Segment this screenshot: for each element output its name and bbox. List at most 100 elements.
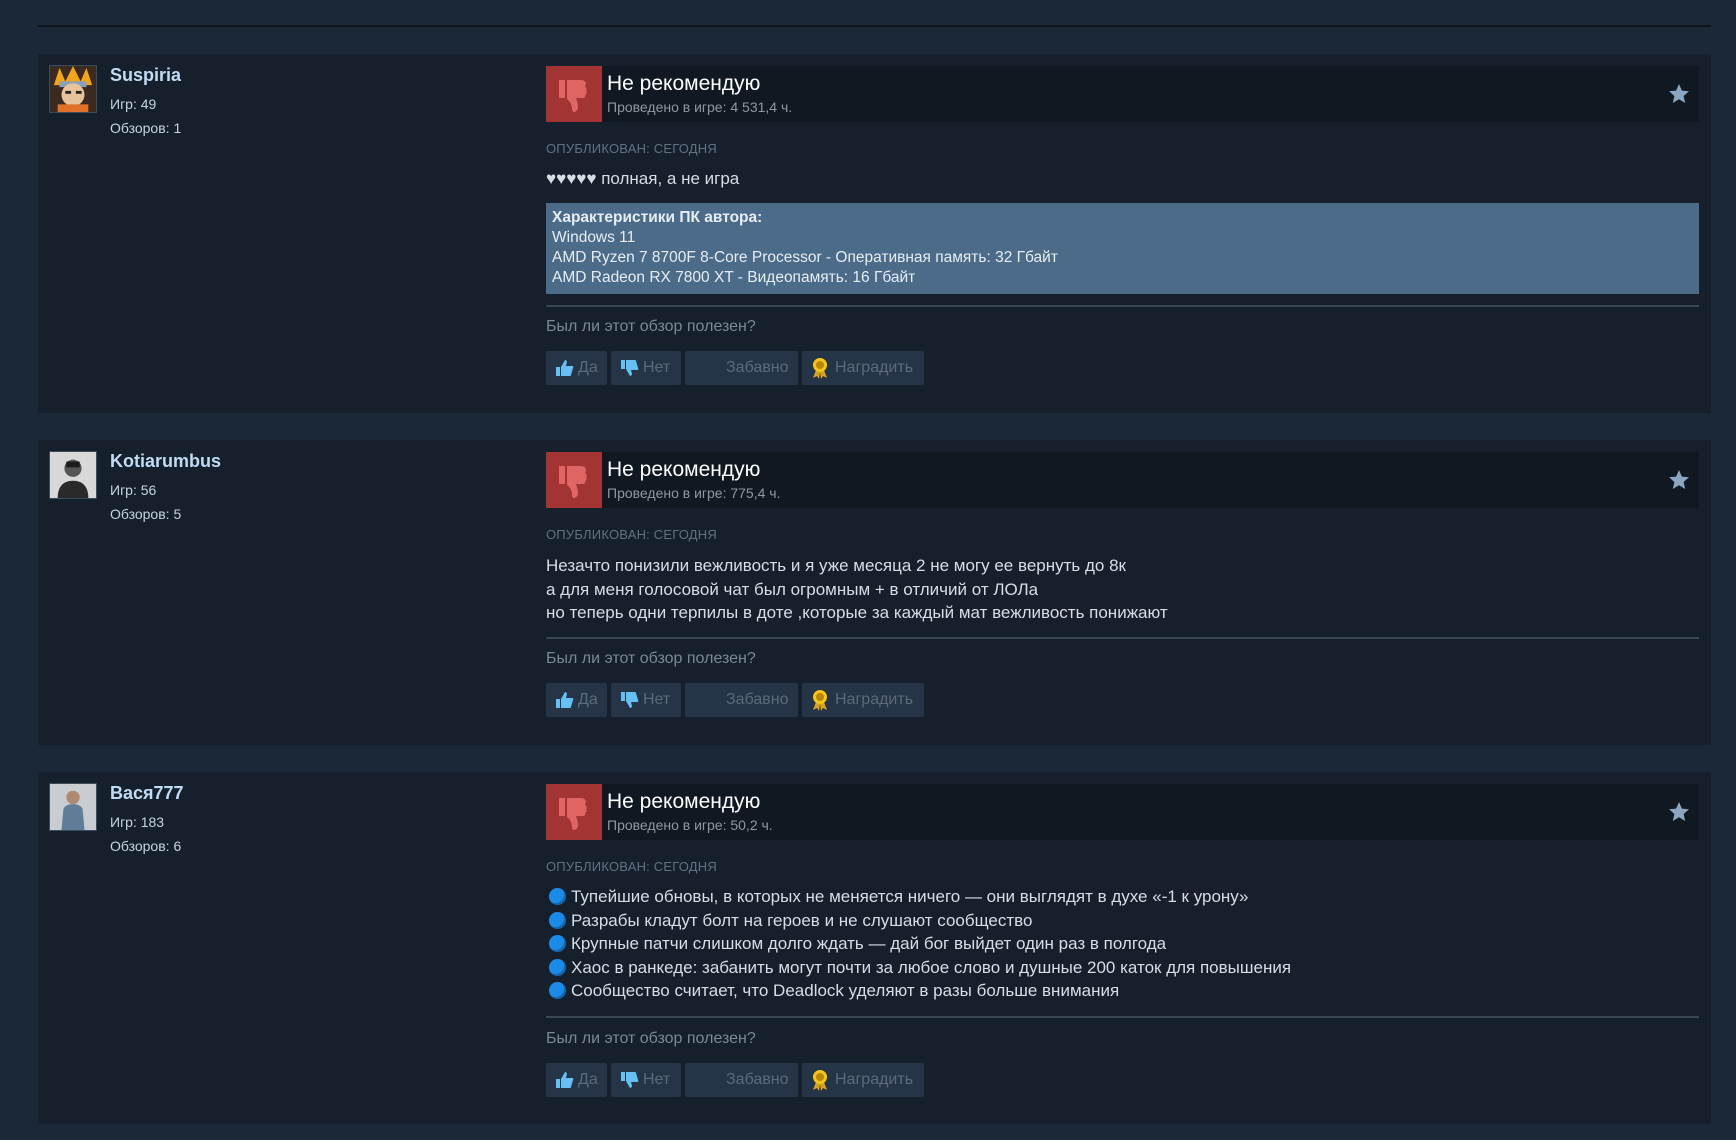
award-button[interactable]: Наградить — [802, 351, 924, 385]
thumbs-down-icon — [546, 452, 602, 508]
list-item: Разрабы кладут болт на героев и не слуша… — [546, 909, 1699, 933]
top-divider — [38, 0, 1711, 27]
award-icon — [813, 358, 827, 379]
review-text: Тупейшие обновы, в которых не меняется н… — [546, 885, 1699, 1003]
review-card: Вася777 Игр: 183 Обзоров: 6 Не рекоменду… — [38, 772, 1711, 1124]
award-button[interactable]: Наградить — [802, 683, 924, 717]
vote-header[interactable]: Не рекомендую Проведено в игре: 775,4 ч. — [546, 452, 1699, 508]
funny-label: Забавно — [726, 691, 789, 708]
verdict-title: Не рекомендую — [607, 72, 761, 95]
helpful-question: Был ли этот обзор полезен? — [546, 650, 756, 667]
thumbs-down-icon — [546, 784, 602, 840]
vote-header[interactable]: Не рекомендую Проведено в игре: 50,2 ч. — [546, 784, 1699, 840]
author-name[interactable]: Вася777 — [110, 783, 184, 804]
thumbs-up-icon — [556, 1072, 574, 1088]
list-item: Тупейшие обновы, в которых не меняется н… — [546, 885, 1699, 909]
reviews-count[interactable]: Обзоров: 5 — [110, 506, 181, 522]
games-count[interactable]: Игр: 49 — [110, 96, 156, 112]
specs-line: AMD Ryzen 7 8700F 8-Core Processor - Опе… — [552, 249, 1058, 266]
reviews-count[interactable]: Обзоров: 1 — [110, 120, 181, 136]
review-card: Suspiria Игр: 49 Обзоров: 1 Не рекоменду… — [38, 54, 1711, 413]
yes-button[interactable]: Да — [546, 1063, 607, 1097]
specs-line: AMD Radeon RX 7800 XT - Видеопамять: 16 … — [552, 269, 916, 286]
funny-button[interactable]: Забавно — [685, 351, 798, 385]
posted-date: Опубликован: сегодня — [546, 527, 717, 542]
reviews-count[interactable]: Обзоров: 6 — [110, 838, 181, 854]
hours-played: Проведено в игре: 775,4 ч. — [607, 485, 781, 501]
posted-date: Опубликован: сегодня — [546, 141, 717, 156]
list-item-text: Хаос в ранкеде: забанить могут почти за … — [571, 957, 1292, 977]
pc-specs-box: Характеристики ПК автора: Windows 11 AMD… — [546, 203, 1699, 294]
review-card: Kotiarumbus Игр: 56 Обзоров: 5 Не рекоме… — [38, 440, 1711, 745]
list-item: Крупные патчи слишком долго ждать — дай … — [546, 932, 1699, 956]
author-name[interactable]: Kotiarumbus — [110, 451, 221, 472]
helpful-question: Был ли этот обзор полезен? — [546, 1030, 756, 1047]
divider — [546, 1016, 1699, 1018]
star-icon[interactable] — [1667, 82, 1691, 106]
thumbs-down-icon — [621, 1072, 639, 1088]
divider — [546, 637, 1699, 639]
yes-button[interactable]: Да — [546, 351, 607, 385]
hours-played: Проведено в игре: 4 531,4 ч. — [607, 99, 793, 115]
review-text: Незачто понизили вежливость и я уже меся… — [546, 554, 1699, 625]
avatar[interactable] — [49, 451, 97, 499]
star-icon[interactable] — [1667, 800, 1691, 824]
yes-label: Да — [578, 691, 598, 708]
games-count[interactable]: Игр: 183 — [110, 814, 164, 830]
award-button[interactable]: Наградить — [802, 1063, 924, 1097]
blue-circle-icon — [549, 982, 566, 1000]
thumbs-up-icon — [556, 360, 574, 376]
award-label: Наградить — [835, 1071, 914, 1088]
verdict-title: Не рекомендую — [607, 458, 761, 481]
review-text-line: Незачто понизили вежливость и я уже меся… — [546, 556, 1126, 575]
award-label: Наградить — [835, 359, 914, 376]
yes-button[interactable]: Да — [546, 683, 607, 717]
list-item: Сообщество считает, что Deadlock уделяют… — [546, 979, 1699, 1003]
games-count[interactable]: Игр: 56 — [110, 482, 156, 498]
blue-circle-icon — [549, 911, 566, 929]
list-item-text: Тупейшие обновы, в которых не меняется н… — [571, 887, 1249, 906]
thumbs-up-icon — [556, 692, 574, 708]
author-name[interactable]: Suspiria — [110, 65, 181, 86]
hours-played: Проведено в игре: 50,2 ч. — [607, 817, 773, 833]
star-icon[interactable] — [1667, 468, 1691, 492]
yes-label: Да — [578, 359, 598, 376]
list-item: Хаос в ранкеде: забанить могут почти за … — [546, 956, 1699, 980]
funny-label: Забавно — [726, 1071, 789, 1088]
verdict-title: Не рекомендую — [607, 790, 761, 813]
thumbs-down-icon — [546, 66, 602, 122]
review-text-line: а для меня голосовой чат был огромным + … — [546, 579, 1039, 599]
award-icon — [813, 1070, 827, 1091]
thumbs-down-icon — [621, 360, 639, 376]
thumbs-down-icon — [621, 692, 639, 708]
list-item-text: Сообщество считает, что Deadlock уделяют… — [571, 981, 1120, 1000]
divider — [546, 305, 1699, 307]
no-button[interactable]: Нет — [611, 351, 681, 385]
specs-line: Windows 11 — [552, 229, 636, 246]
list-item-text: Крупные патчи слишком долго ждать — дай … — [571, 934, 1167, 953]
review-text-line: но теперь одни терпилы в доте ,которые з… — [546, 603, 1168, 622]
no-label: Нет — [643, 1071, 671, 1088]
review-text: ♥♥♥♥♥ полная, а не игра — [546, 167, 1699, 191]
no-button[interactable]: Нет — [611, 683, 681, 717]
funny-label: Забавно — [726, 359, 789, 376]
yes-label: Да — [578, 1071, 598, 1088]
funny-button[interactable]: Забавно — [685, 1063, 798, 1097]
avatar[interactable] — [49, 783, 97, 831]
no-button[interactable]: Нет — [611, 1063, 681, 1097]
blue-circle-icon — [549, 888, 566, 906]
vote-header[interactable]: Не рекомендую Проведено в игре: 4 531,4 … — [546, 66, 1699, 122]
helpful-question: Был ли этот обзор полезен? — [546, 318, 756, 335]
no-label: Нет — [643, 691, 671, 708]
posted-date: Опубликован: сегодня — [546, 859, 717, 874]
award-label: Наградить — [835, 691, 914, 708]
no-label: Нет — [643, 359, 671, 376]
blue-circle-icon — [549, 935, 566, 953]
review-text-line: ♥♥♥♥♥ полная, а не игра — [546, 169, 740, 188]
award-icon — [813, 690, 827, 711]
funny-button[interactable]: Забавно — [685, 683, 798, 717]
list-item-text: Разрабы кладут болт на героев и не слуша… — [571, 910, 1033, 930]
specs-title: Характеристики ПК автора: — [552, 209, 763, 226]
avatar[interactable] — [49, 65, 97, 113]
blue-circle-icon — [549, 958, 566, 976]
